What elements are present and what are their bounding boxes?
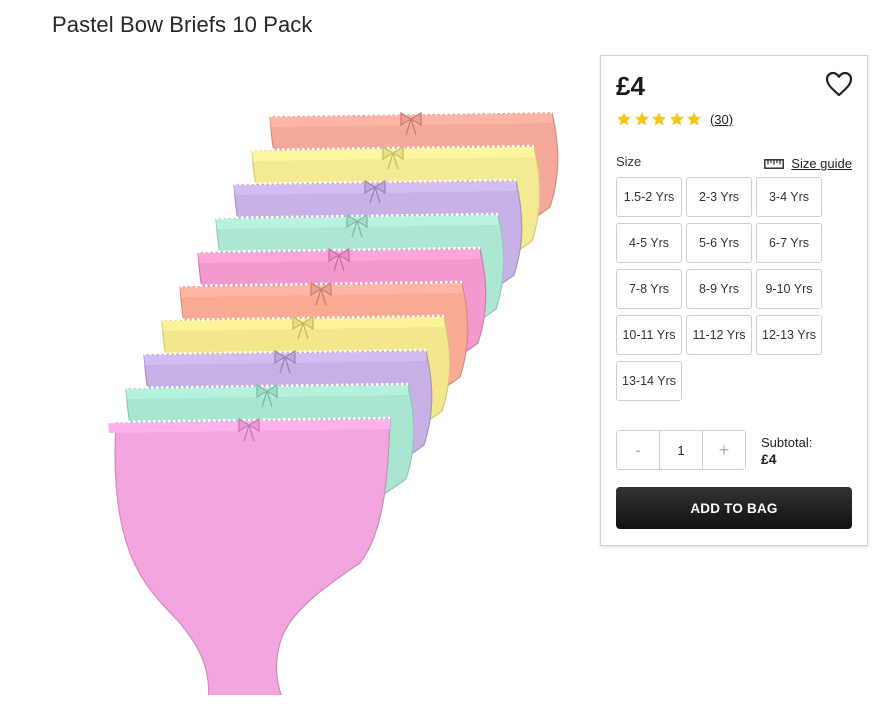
quantity-decrease-button[interactable]: - — [617, 431, 659, 469]
size-option-button[interactable]: 12-13 Yrs — [756, 315, 822, 355]
product-image[interactable] — [60, 95, 570, 695]
size-option-button[interactable]: 8-9 Yrs — [686, 269, 752, 309]
size-guide-label: Size guide — [791, 156, 852, 171]
subtotal-value: £4 — [761, 451, 777, 467]
size-option-button[interactable]: 13-14 Yrs — [616, 361, 682, 401]
size-option-button[interactable]: 10-11 Yrs — [616, 315, 682, 355]
add-to-bag-button[interactable]: ADD TO BAG — [616, 487, 852, 529]
subtotal: Subtotal: £4 — [761, 434, 812, 468]
size-option-button[interactable]: 9-10 Yrs — [756, 269, 822, 309]
star-icon — [687, 112, 702, 126]
size-option-button[interactable]: 5-6 Yrs — [686, 223, 752, 263]
star-icon — [652, 112, 667, 126]
size-guide-link[interactable]: Size guide — [764, 156, 852, 171]
wishlist-heart-icon[interactable] — [825, 71, 853, 97]
size-option-button[interactable]: 7-8 Yrs — [616, 269, 682, 309]
star-rating — [616, 111, 704, 127]
size-option-button[interactable]: 11-12 Yrs — [686, 315, 752, 355]
star-icon — [634, 112, 649, 126]
star-icon — [617, 112, 631, 126]
subtotal-label: Subtotal: — [761, 435, 813, 450]
quantity-input[interactable]: 1 — [659, 431, 703, 469]
size-option-button[interactable]: 6-7 Yrs — [756, 223, 822, 263]
size-option-button[interactable]: 4-5 Yrs — [616, 223, 682, 263]
rating: (30) — [616, 111, 733, 127]
ruler-icon — [764, 158, 785, 169]
buy-box-panel: £4 (30) Size Size guide 1.5-2 Yrs 2-3 Yrs… — [600, 55, 868, 546]
size-option-button[interactable]: 2-3 Yrs — [686, 177, 752, 217]
brief-item — [107, 416, 391, 695]
size-option-button[interactable]: 3-4 Yrs — [756, 177, 822, 217]
page-title: Pastel Bow Briefs 10 Pack — [52, 12, 313, 37]
price: £4 — [616, 71, 645, 101]
star-icon — [669, 112, 684, 126]
review-count-link[interactable]: (30) — [710, 112, 733, 127]
quantity-stepper[interactable]: - 1 + — [616, 430, 746, 470]
size-option-button[interactable]: 1.5-2 Yrs — [616, 177, 682, 217]
quantity-increase-button[interactable]: + — [703, 431, 745, 469]
size-label: Size — [616, 154, 642, 169]
